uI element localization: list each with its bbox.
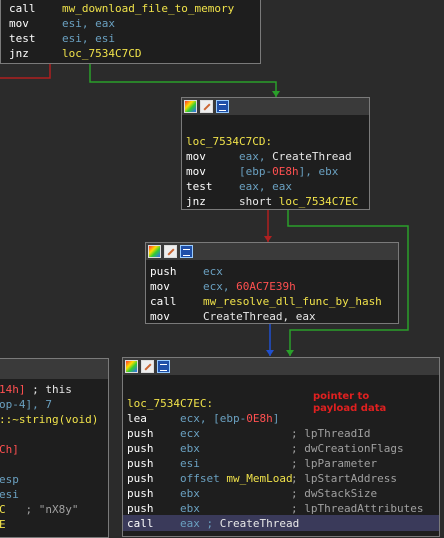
block-toolbar (0, 359, 108, 379)
block-label: loc_7534C7EC: (127, 397, 214, 410)
graph-color-icon[interactable] (148, 245, 161, 258)
asm-line: push esi (127, 457, 200, 470)
asm-line: push ecx (150, 265, 223, 278)
annotation-text: pointer to payload data (313, 391, 386, 415)
asm-line: call mw_resolve_dll_func_by_hash (150, 295, 382, 308)
asm-line: call eax ; CreateThread (127, 517, 300, 530)
code-block-4[interactable]: 14h] ; this op-4], 7 ::~string(void) Ch]… (0, 358, 109, 538)
annotation-line-2: payload data (313, 403, 387, 414)
asm-line: mov eax, CreateThread (186, 150, 352, 163)
asm-line: lea ecx, [ebp-0E8h] (127, 412, 280, 425)
asm-comment: ; dwStackSize (291, 487, 378, 500)
asm-line: call mw_download_file_to_memory (9, 2, 235, 15)
edit-icon[interactable] (164, 245, 177, 258)
asm-comment: ; lpParameter (291, 457, 378, 470)
asm-comment: ; lpThreadId (291, 427, 371, 440)
block-toolbar (146, 243, 398, 260)
asm-line: esp (0, 473, 19, 486)
asm-comment: ; dwCreationFlags (291, 442, 404, 455)
asm-line: op-4], 7 (0, 398, 52, 411)
edge-arrow (286, 350, 294, 356)
asm-line: ::~string(void) (0, 413, 99, 426)
edge-true-1 (89, 62, 277, 97)
asm-line: test esi, esi (9, 32, 115, 45)
asm-line: 14h] ; this (0, 383, 72, 396)
asm-line: jnz short loc_7534C7EC (186, 195, 359, 208)
asm-line: C ; "nX8y" (0, 503, 79, 516)
asm-line: push offset mw_MemLoad (127, 472, 293, 485)
xref-icon[interactable] (157, 360, 170, 373)
code-block-1[interactable]: call mw_download_file_to_memory mov esi,… (0, 0, 261, 64)
edit-icon[interactable] (141, 360, 154, 373)
graph-color-icon[interactable] (125, 360, 138, 373)
edit-icon[interactable] (200, 100, 213, 113)
asm-line: esi (0, 488, 19, 501)
asm-line: E (0, 518, 6, 531)
asm-line: push ebx (127, 502, 200, 515)
asm-comment: ; lpThreadAttributes (291, 502, 424, 515)
asm-line: push ebx (127, 442, 200, 455)
asm-line: jnz loc_7534C7CD (9, 47, 142, 60)
block-toolbar (123, 358, 439, 375)
asm-line: test eax, eax (186, 180, 292, 193)
xref-icon[interactable] (180, 245, 193, 258)
code-block-3[interactable]: push ecx mov ecx, 60AC7E39h call mw_reso… (145, 242, 399, 324)
asm-line: Ch] (0, 443, 19, 456)
asm-line: mov ecx, 60AC7E39h (150, 280, 296, 293)
annotation-line-1: pointer to (313, 391, 370, 402)
edge-false-1 (0, 62, 51, 79)
xref-icon[interactable] (216, 100, 229, 113)
asm-line: push ebx (127, 487, 200, 500)
asm-comment: ; lpStartAddress (291, 472, 397, 485)
asm-line: mov esi, eax (9, 17, 115, 30)
asm-line: mov [ebp-0E8h], ebx (186, 165, 339, 178)
code-block-2[interactable]: loc_7534C7CD: mov eax, CreateThread mov … (181, 97, 370, 210)
edge-arrow (266, 350, 274, 356)
block-toolbar (182, 98, 369, 115)
code-block-5[interactable]: loc_7534C7EC: lea ecx, [ebp-0E8h] push e… (122, 357, 440, 537)
asm-line: mov CreateThread, eax (150, 310, 316, 323)
block-label: loc_7534C7CD: (186, 135, 273, 148)
asm-line: push ecx (127, 427, 200, 440)
graph-color-icon[interactable] (184, 100, 197, 113)
